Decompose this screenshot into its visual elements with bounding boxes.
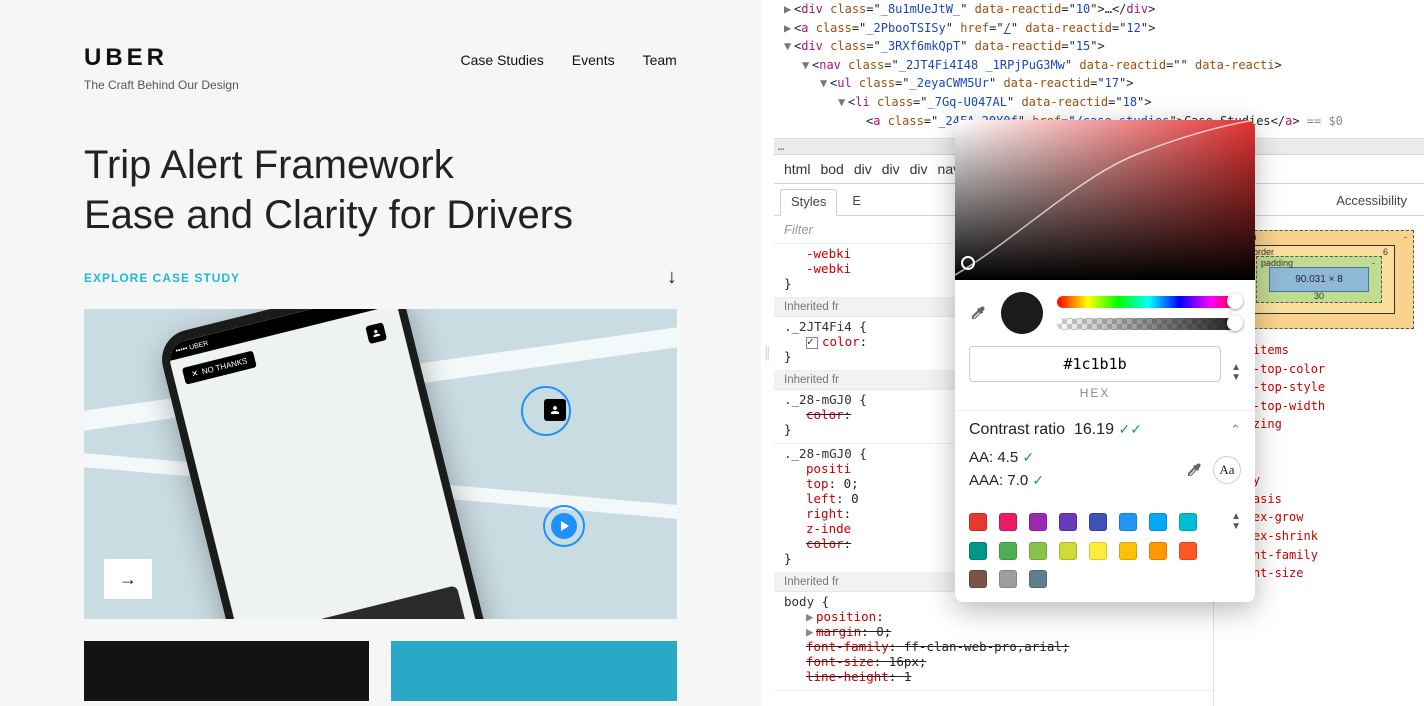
tile-teal[interactable] <box>391 641 676 701</box>
bm-padding-label: padding <box>1261 258 1293 268</box>
color-swatch[interactable] <box>1149 542 1167 560</box>
map-pin-user-icon <box>544 399 566 421</box>
color-swatch[interactable] <box>1149 513 1167 531</box>
status-carrier: ••••• UBER <box>175 340 209 355</box>
text-sample-icon[interactable]: Aa <box>1213 456 1241 484</box>
color-canvas[interactable] <box>955 120 1255 280</box>
breadcrumb-item[interactable]: div <box>882 161 900 177</box>
color-swatch[interactable] <box>1029 570 1047 588</box>
check-icon: ✓ <box>1032 472 1044 488</box>
color-swatch[interactable] <box>969 570 987 588</box>
breadcrumb-item[interactable]: html <box>784 161 810 177</box>
color-swatch[interactable] <box>999 513 1017 531</box>
alpha-thumb[interactable] <box>1227 315 1243 331</box>
color-swatch[interactable] <box>969 542 987 560</box>
eyedropper-icon[interactable] <box>969 304 987 322</box>
color-swatch[interactable] <box>999 570 1017 588</box>
logo: UBER <box>84 44 239 72</box>
pane-splitter[interactable] <box>761 0 774 706</box>
nav-case-studies[interactable]: Case Studies <box>461 52 544 68</box>
contrast-label: Contrast ratio <box>969 421 1065 438</box>
play-icon <box>551 513 577 539</box>
alpha-slider[interactable] <box>1057 318 1241 330</box>
color-swatch[interactable] <box>1119 542 1137 560</box>
next-arrow-button[interactable]: → <box>104 559 152 599</box>
color-swatch[interactable] <box>1059 513 1077 531</box>
format-toggle-icon[interactable]: ▲▼ <box>1231 363 1241 383</box>
color-swatch[interactable] <box>1029 542 1047 560</box>
close-icon: ✕ <box>191 369 200 379</box>
hex-input[interactable] <box>969 346 1221 382</box>
double-check-icon: ✓✓ <box>1118 421 1141 437</box>
color-swatch[interactable] <box>999 542 1017 560</box>
breadcrumb-item[interactable]: bod <box>820 161 843 177</box>
headline-2: Ease and Clarity for Drivers <box>84 190 677 240</box>
aaa-label: AAA: 7.0 <box>969 472 1028 489</box>
hue-thumb[interactable] <box>1227 293 1243 309</box>
hex-label: HEX <box>969 386 1221 400</box>
elements-tree[interactable]: ▶<div class="_8u1mUeJtW_" data-reactid="… <box>774 0 1424 138</box>
headline-block: Trip Alert Framework Ease and Clarity fo… <box>84 140 677 240</box>
swatch-page-arrows[interactable]: ▲▼ <box>1231 512 1241 532</box>
chevron-up-icon[interactable]: ⌃ <box>1230 422 1241 438</box>
color-swatch[interactable] <box>1179 513 1197 531</box>
color-picker[interactable]: HEX ▲▼ Contrast ratio 16.19 ✓✓ ⌃ AA: 4.5… <box>955 120 1255 602</box>
headline-1: Trip Alert Framework <box>84 140 677 190</box>
bm-content: 90.031 × 8 <box>1269 267 1369 292</box>
map-pin-user-icon <box>365 322 387 344</box>
nav-events[interactable]: Events <box>572 52 615 68</box>
hue-slider[interactable] <box>1057 296 1241 308</box>
color-swatch[interactable] <box>1179 542 1197 560</box>
color-swatch[interactable] <box>1029 513 1047 531</box>
swatch-palette: ▲▼ <box>955 502 1255 602</box>
hero-image: ••••• UBER 9:41 AM ✕NO THANKS 13 min 1.6… <box>84 309 677 619</box>
color-swatch[interactable] <box>1089 513 1107 531</box>
check-icon: ✓ <box>1022 449 1034 465</box>
color-swatch[interactable] <box>1119 513 1137 531</box>
scroll-down-icon[interactable]: ↓ <box>667 266 677 289</box>
tagline: The Craft Behind Our Design <box>84 78 239 92</box>
website-preview: UBER The Craft Behind Our Design Case St… <box>0 0 761 706</box>
brand-block: UBER The Craft Behind Our Design <box>84 44 239 92</box>
tab-accessibility[interactable]: Accessibility <box>1325 188 1418 215</box>
current-color-swatch <box>1001 292 1043 334</box>
no-thanks-button: ✕NO THANKS <box>182 350 257 384</box>
tile-dark[interactable] <box>84 641 369 701</box>
tab-styles[interactable]: Styles <box>780 189 837 216</box>
breadcrumb-item[interactable]: div <box>854 161 872 177</box>
eta: 13 min <box>262 601 455 619</box>
contrast-value: 16.19 <box>1074 421 1114 438</box>
nav-team[interactable]: Team <box>643 52 677 68</box>
color-swatch[interactable] <box>969 513 987 531</box>
aa-label: AA: 4.5 <box>969 449 1018 466</box>
color-handle[interactable] <box>961 256 975 270</box>
color-swatch[interactable] <box>1059 542 1077 560</box>
color-swatch[interactable] <box>1089 542 1107 560</box>
breadcrumb-item[interactable]: div <box>910 161 928 177</box>
trip-card: 13 min 1.6 mi uberX 4.92 ★ <box>249 585 480 619</box>
explore-link[interactable]: EXPLORE CASE STUDY <box>84 271 240 285</box>
tab-event-listeners[interactable]: E <box>841 188 872 215</box>
eyedropper-icon[interactable] <box>1185 461 1203 479</box>
site-nav: Case Studies Events Team <box>461 52 677 68</box>
